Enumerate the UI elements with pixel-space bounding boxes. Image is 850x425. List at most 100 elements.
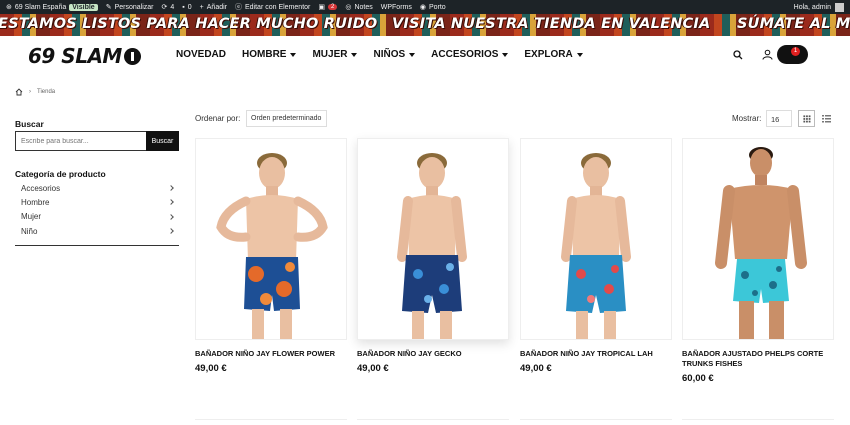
site-name: 69 Slam España [14,3,67,11]
updates-link[interactable]: ⟳ 4 [161,3,175,12]
product-image[interactable] [357,138,509,340]
nav-accesorios[interactable]: ACCESORIOS [431,49,509,60]
grid-view-icon[interactable] [798,110,815,127]
account-menu[interactable]: Hola, admin [793,2,844,12]
product-card[interactable]: BAÑADOR NIÑO JAY TROPICAL LAH 49,00 € [520,138,672,374]
woocommerce-link[interactable]: ▣ 2 [318,3,338,11]
porto-icon: ◉ [419,4,426,11]
customize-label: Personalizar [114,3,154,11]
user-icon[interactable] [762,49,773,60]
per-page-label: Mostrar: [732,114,762,123]
search-widget-title: Buscar [15,119,44,129]
visible-badge: Visible [69,3,98,11]
product-card[interactable]: BAÑADOR NIÑO JAY FLOWER POWER 49,00 € [195,138,347,374]
product-name[interactable]: BAÑADOR NIÑO JAY TROPICAL LAH [520,349,672,359]
cart-button[interactable]: 1 [777,45,808,64]
admin-site-link[interactable]: ⊛ 69 Slam España Visible [6,3,98,11]
chevron-right-icon [168,199,174,206]
chevron-right-icon [168,185,174,191]
category-item-mujer[interactable]: Mujer [15,210,179,224]
wpforms-label: WPForms [380,3,412,11]
elementor-icon: ⓔ [235,4,242,11]
category-item-accesorios[interactable]: Accesorios [15,181,179,195]
nav-hombre[interactable]: HOMBRE [242,49,297,60]
notes-label: Notes [354,3,373,11]
categories-title: Categoría de producto [15,169,106,179]
product-price: 60,00 € [682,373,714,384]
caret-down-icon [576,52,583,57]
updates-count: 4 [170,3,175,11]
nav-label: NOVEDAD [176,49,227,60]
product-card-next-row [682,419,834,425]
plus-icon: + [199,3,204,11]
wordpress-icon: ⊛ [6,4,12,11]
category-label: Mujer [21,212,42,222]
customize-link[interactable]: ✎ Personalizar [105,3,154,12]
product-card-next-row [357,419,509,425]
site-header: 69 SLAM NOVEDAD HOMBRE MUJER NIÑOS ACCES… [0,36,850,76]
site-logo[interactable]: 69 SLAM [28,44,141,68]
product-card-next-row [195,419,347,425]
sidebar-divider [15,245,179,246]
per-page-value: 16 [771,115,780,124]
nav-explora[interactable]: EXPLORA [524,49,583,60]
breadcrumb-separator-icon: › [29,89,31,95]
woo-count: 2 [328,4,338,10]
category-list: Accesorios Hombre Mujer Niño [15,181,179,238]
porto-link[interactable]: ◉ Porto [419,3,446,12]
nav-label: MUJER [312,49,348,60]
logo-mark-icon [123,48,141,65]
nav-ninos[interactable]: NIÑOS [373,49,416,60]
promo-banner: ESTAMOS LISTOS PARA HACER MUCHO RUIDO VI… [0,14,850,36]
product-image[interactable] [520,138,672,340]
add-new-link[interactable]: + Añadir [200,4,227,11]
product-photo-man-fishes [715,147,807,339]
logo-text: 69 SLAM [28,44,122,68]
product-image[interactable] [195,138,347,340]
nav-label: NIÑOS [373,49,406,60]
search-icon[interactable] [733,50,743,60]
category-item-hombre[interactable]: Hombre [15,195,179,209]
chevron-right-icon [168,228,174,234]
banner-text-2: VISITA NUESTRA TIENDA EN VALENCIA [392,16,711,32]
orderby-select[interactable]: Orden predeterminado [246,110,327,127]
brush-icon: ✎ [105,4,112,11]
refresh-icon: ⟳ [161,4,168,11]
product-name[interactable]: BAÑADOR NIÑO JAY FLOWER POWER [195,349,347,359]
product-name[interactable]: BAÑADOR NIÑO JAY GECKO [357,349,509,359]
chevron-right-icon [168,213,174,220]
product-image[interactable] [682,138,834,340]
nav-label: EXPLORA [524,49,573,60]
product-price: 49,00 € [357,363,389,374]
nav-novedad[interactable]: NOVEDAD [176,49,226,60]
sidebar-search-input[interactable] [15,131,146,151]
product-card-next-row [520,419,672,425]
nav-label: ACCESORIOS [431,49,499,60]
product-name[interactable]: BAÑADOR AJUSTADO PHELPS CORTE TRUNKS FIS… [682,349,834,369]
porto-label: Porto [428,3,446,11]
product-photo-kid-flower [216,153,328,339]
sidebar-search-form: Buscar [15,131,179,151]
product-price: 49,00 € [195,363,227,374]
notes-link[interactable]: ◎ Notes [345,3,373,12]
comments-link[interactable]: ▪ 0 [182,4,191,11]
elementor-link[interactable]: ⓔ Editar con Elementor [235,2,310,12]
wpforms-link[interactable]: WPForms [381,4,412,11]
greeting: Hola, admin [793,3,831,11]
product-photo-kid-tropical [561,153,631,339]
woo-icon: ▣ [318,4,325,11]
notes-icon: ◎ [345,4,352,11]
per-page-select[interactable]: 16 [766,110,792,127]
breadcrumb: › Tienda [15,88,55,96]
home-icon[interactable] [15,88,23,96]
product-card[interactable]: BAÑADOR AJUSTADO PHELPS CORTE TRUNKS FIS… [682,138,834,384]
category-item-nino[interactable]: Niño [15,224,179,238]
product-photo-kid-gecko [397,153,467,339]
product-card[interactable]: BAÑADOR NIÑO JAY GECKO 49,00 € [357,138,509,374]
list-view-icon[interactable] [819,110,834,127]
nav-mujer[interactable]: MUJER [312,49,358,60]
caret-down-icon [290,52,297,57]
nav-label: HOMBRE [242,49,287,60]
avatar [835,2,844,12]
sidebar-search-button[interactable]: Buscar [146,131,179,151]
